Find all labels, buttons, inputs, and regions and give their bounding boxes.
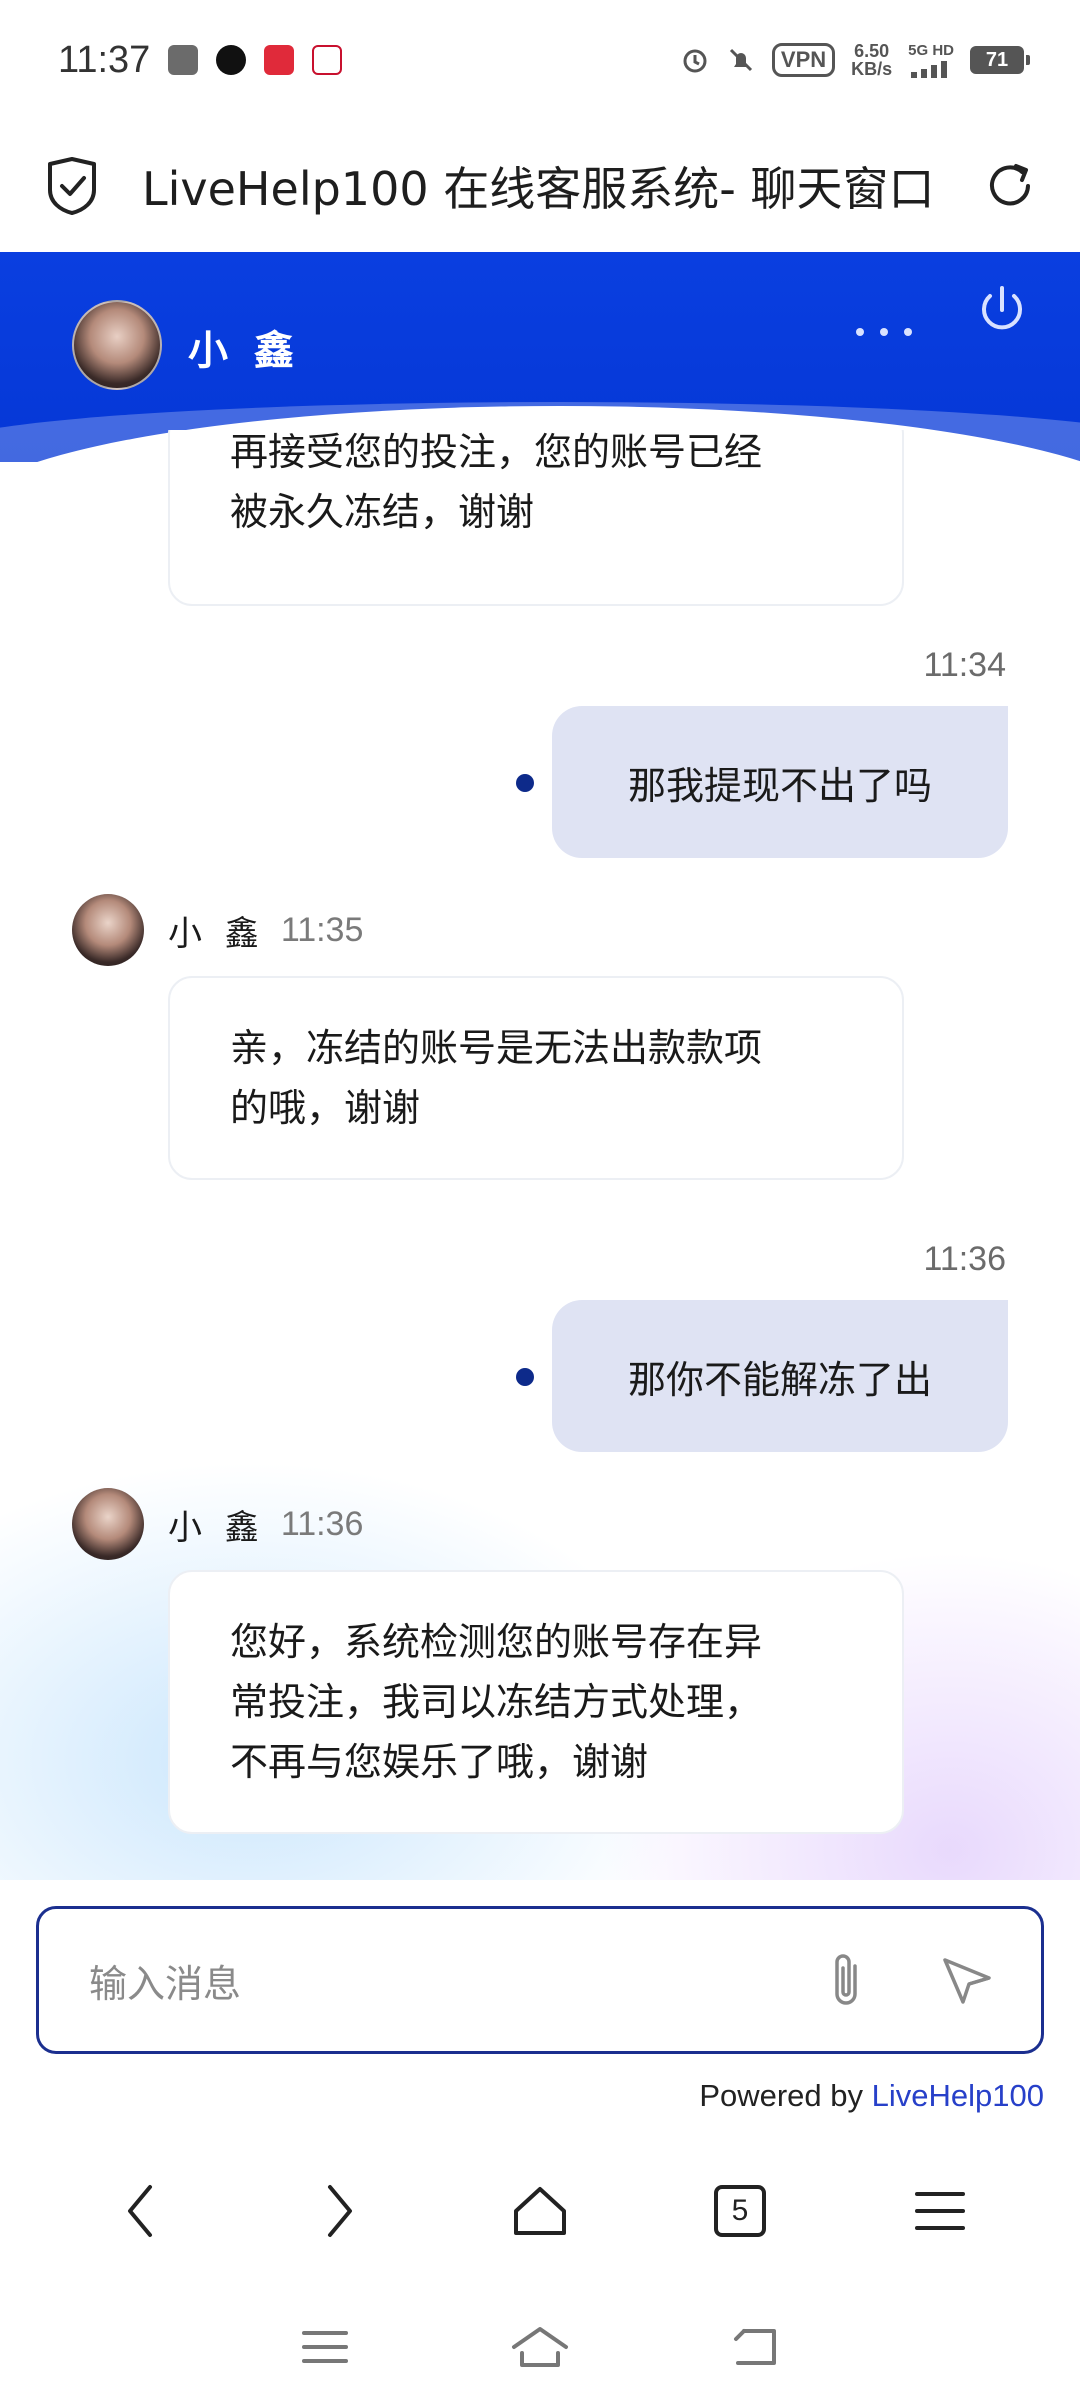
tabs-icon: 5 bbox=[714, 2185, 766, 2237]
tabs-button[interactable]: 5 bbox=[700, 2171, 780, 2251]
agent-message-meta: 小 鑫 11:36 bbox=[72, 1488, 363, 1560]
agent-message: 您好，系统检测您的账号存在异 常投注，我司以冻结方式处理， 不再与您娱乐了哦，谢… bbox=[168, 1570, 904, 1834]
user-message: 那我提现不出了吗 bbox=[552, 706, 1008, 858]
powered-prefix: Powered by bbox=[699, 2078, 872, 2113]
back-icon bbox=[128, 2185, 152, 2237]
message-text: 那你不能解冻了出 bbox=[627, 1357, 932, 1402]
agent-name: 小 鑫 bbox=[168, 1507, 265, 1548]
powered-by: Powered by LiveHelp100 bbox=[699, 2078, 1044, 2114]
system-navigation-bar bbox=[0, 2286, 1080, 2408]
network-type: 5G HD bbox=[908, 42, 954, 59]
power-icon[interactable] bbox=[974, 282, 1030, 338]
message-line: 被永久冻结，谢谢 bbox=[230, 490, 535, 534]
browser-toolbar: 5 bbox=[0, 2136, 1080, 2286]
message-line: 亲，冻结的账号是无法出款款项 bbox=[230, 1026, 763, 1070]
net-speed-unit: KB/s bbox=[851, 59, 893, 79]
mute-icon bbox=[729, 48, 752, 72]
message-line: 不再与您娱乐了哦，谢谢 bbox=[230, 1740, 649, 1784]
shield-check-icon[interactable] bbox=[44, 156, 100, 216]
message-time: 11:36 bbox=[923, 1240, 1006, 1278]
signal: 5G HD bbox=[908, 42, 954, 78]
system-home-icon[interactable] bbox=[510, 2325, 570, 2369]
agent-name: 小 鑫 bbox=[168, 913, 265, 954]
reload-icon[interactable] bbox=[982, 158, 1038, 214]
app-red-icon bbox=[264, 45, 295, 75]
home-icon bbox=[514, 2187, 566, 2235]
net-speed: 6.50 KB/s bbox=[851, 42, 892, 78]
forward-icon bbox=[328, 2185, 352, 2237]
system-back-icon[interactable] bbox=[730, 2325, 780, 2369]
message-text: 那我提现不出了吗 bbox=[627, 763, 932, 808]
back-button[interactable] bbox=[100, 2171, 180, 2251]
message-time: 11:34 bbox=[923, 646, 1006, 684]
agent-message-meta: 小 鑫 11:35 bbox=[72, 894, 363, 966]
recent-apps-icon[interactable] bbox=[300, 2327, 350, 2367]
signal-icon bbox=[911, 61, 948, 78]
status-time: 11:37 bbox=[58, 38, 151, 81]
agent-message: 再接受您的投注，您的账号已经 被永久冻结，谢谢 bbox=[168, 430, 904, 606]
message-line: 您好，系统检测您的账号存在异 bbox=[230, 1620, 763, 1664]
status-right: VPN 6.50 KB/s 5G HD 71 bbox=[680, 42, 1030, 78]
message-input-placeholder[interactable]: 输入消息 bbox=[89, 1953, 821, 2008]
message-line: 再接受您的投注，您的账号已经 bbox=[230, 430, 763, 474]
agent-avatar bbox=[72, 894, 144, 966]
status-bar: 11:37 VPN 6.50 KB/s 5G HD 71 bbox=[0, 0, 1080, 120]
vpn-badge: VPN bbox=[771, 43, 836, 77]
browser-address-bar: LiveHelp100 在线客服系统- 聊天窗口 bbox=[0, 120, 1080, 252]
alarm-icon bbox=[683, 49, 707, 73]
app-notification-icon bbox=[168, 45, 199, 75]
menu-icon bbox=[915, 2192, 965, 2230]
home-button[interactable] bbox=[500, 2171, 580, 2251]
message-time: 11:35 bbox=[280, 910, 364, 949]
battery-icon: 71 bbox=[970, 46, 1030, 74]
message-time: 11:36 bbox=[280, 1504, 364, 1543]
agent-name: 小 鑫 bbox=[188, 328, 300, 374]
net-speed-value: 6.50 bbox=[854, 41, 890, 61]
status-left: 11:37 bbox=[58, 38, 343, 82]
battery-level: 71 bbox=[985, 48, 1009, 71]
more-icon[interactable] bbox=[856, 312, 912, 352]
agent-avatar bbox=[72, 1488, 144, 1560]
chat-messages[interactable]: 再接受您的投注，您的账号已经 被永久冻结，谢谢 11:34 那我提现不出了吗 小… bbox=[0, 430, 1080, 1880]
send-icon[interactable] bbox=[939, 1952, 995, 2008]
agent-message: 亲，冻结的账号是无法出款款项 的哦，谢谢 bbox=[168, 976, 904, 1180]
menu-button[interactable] bbox=[900, 2171, 980, 2251]
user-message: 那你不能解冻了出 bbox=[552, 1300, 1008, 1452]
attach-icon[interactable] bbox=[821, 1948, 871, 2012]
message-line: 常投注，我司以冻结方式处理， bbox=[230, 1680, 763, 1724]
read-indicator bbox=[516, 774, 534, 792]
agent-avatar bbox=[72, 300, 162, 390]
brand-link[interactable]: LiveHelp100 bbox=[872, 2078, 1044, 2113]
read-indicator bbox=[516, 1368, 534, 1386]
tiktok-icon bbox=[216, 45, 247, 75]
message-line: 的哦，谢谢 bbox=[230, 1086, 421, 1130]
kfc-icon bbox=[312, 45, 343, 75]
message-input[interactable]: 输入消息 bbox=[36, 1906, 1044, 2054]
page-title[interactable]: LiveHelp100 在线客服系统- 聊天窗口 bbox=[142, 153, 956, 219]
forward-button[interactable] bbox=[300, 2171, 380, 2251]
